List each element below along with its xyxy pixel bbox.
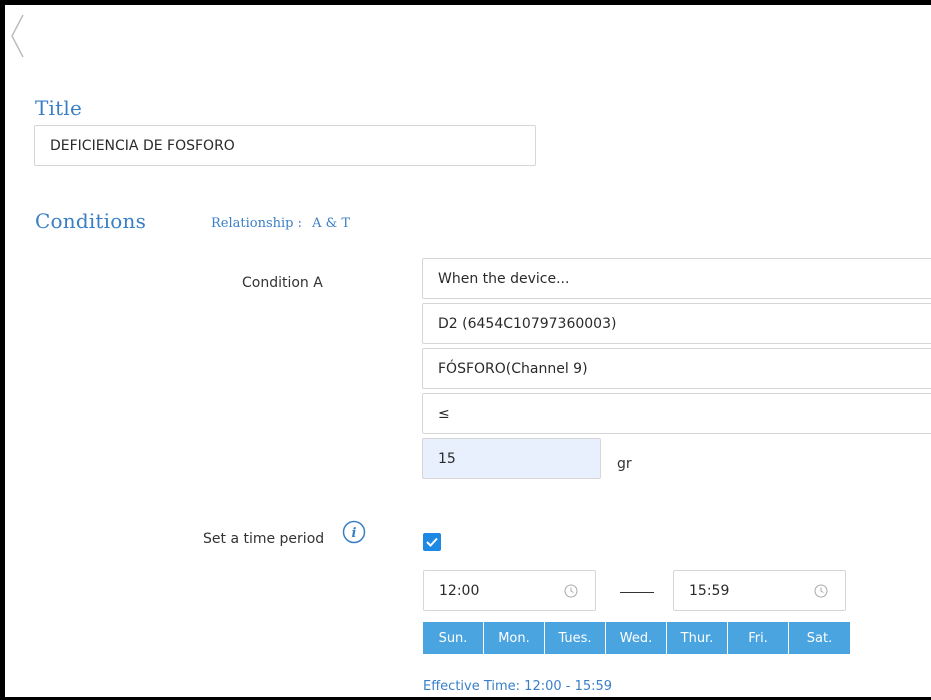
channel-select[interactable]: FÓSFORO(Channel 9) bbox=[422, 348, 931, 389]
day-mon-button[interactable]: Mon. bbox=[484, 622, 545, 654]
end-time-value: 15:59 bbox=[689, 582, 730, 599]
svg-text:i: i bbox=[352, 526, 357, 541]
relationship-label-text: Relationship : bbox=[211, 216, 303, 231]
condition-trigger-select[interactable]: When the device... bbox=[422, 258, 931, 299]
effective-time-text: Effective Time: 12:00 - 15:59 bbox=[423, 679, 613, 694]
time-range-separator bbox=[620, 592, 654, 593]
day-wed-button[interactable]: Wed. bbox=[606, 622, 667, 654]
day-sat-button[interactable]: Sat. bbox=[789, 622, 850, 654]
start-time-value: 12:00 bbox=[439, 582, 480, 599]
day-sun-button[interactable]: Sun. bbox=[423, 622, 484, 654]
relationship-value: A & T bbox=[312, 216, 351, 231]
device-select[interactable]: D2 (6454C10797360003) bbox=[422, 303, 931, 344]
unit-label: gr bbox=[617, 456, 632, 472]
condition-a-label: Condition A bbox=[242, 275, 323, 291]
weekday-selector: Sun. Mon. Tues. Wed. Thur. Fri. Sat. bbox=[423, 622, 850, 654]
check-icon bbox=[426, 537, 438, 547]
rule-editor-panel: Title DEFICIENCIA DE FOSFORO Conditions … bbox=[0, 0, 931, 700]
time-period-checkbox[interactable] bbox=[423, 533, 441, 551]
clock-icon bbox=[564, 584, 578, 598]
day-thur-button[interactable]: Thur. bbox=[667, 622, 728, 654]
title-input[interactable]: DEFICIENCIA DE FOSFORO bbox=[34, 125, 536, 166]
clock-icon bbox=[814, 584, 828, 598]
conditions-heading: Conditions bbox=[35, 209, 147, 233]
threshold-input[interactable]: 15 bbox=[422, 438, 601, 479]
day-fri-button[interactable]: Fri. bbox=[728, 622, 789, 654]
info-icon[interactable]: i bbox=[342, 520, 366, 544]
relationship-label: Relationship : A & T bbox=[211, 216, 350, 231]
day-tues-button[interactable]: Tues. bbox=[545, 622, 606, 654]
title-heading: Title bbox=[35, 96, 83, 120]
chevron-left-icon[interactable] bbox=[9, 13, 27, 59]
operator-select[interactable]: ≤ bbox=[422, 393, 931, 434]
time-period-label: Set a time period bbox=[203, 531, 325, 547]
